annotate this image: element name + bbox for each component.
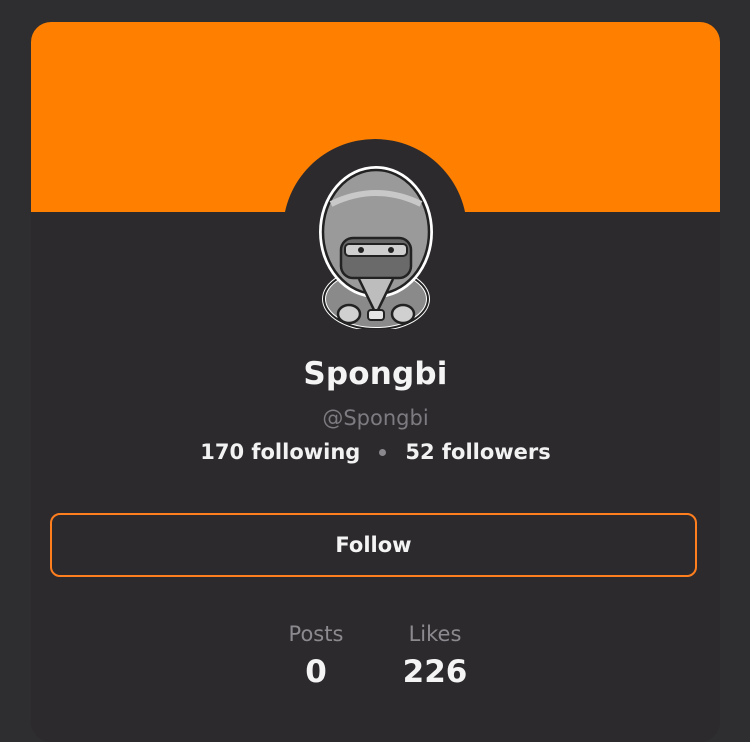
follow-button[interactable]: Follow	[50, 513, 697, 577]
avatar[interactable]	[301, 154, 451, 329]
profile-card: Spongbi @Spongbi 170 following 52 follow…	[31, 22, 720, 742]
followers-count[interactable]: 52 followers	[405, 440, 550, 464]
posts-value: 0	[305, 654, 327, 690]
separator-dot	[379, 448, 387, 456]
likes-counter[interactable]: Likes 226	[375, 622, 495, 690]
following-count[interactable]: 170 following	[200, 440, 360, 464]
posts-counter[interactable]: Posts 0	[256, 622, 376, 690]
username-handle: @Spongbi	[322, 406, 429, 430]
posts-label: Posts	[288, 622, 344, 646]
display-name: Spongbi	[303, 356, 448, 392]
likes-value: 226	[402, 654, 468, 690]
follow-stats: 170 following 52 followers	[31, 440, 720, 464]
likes-label: Likes	[408, 622, 462, 646]
